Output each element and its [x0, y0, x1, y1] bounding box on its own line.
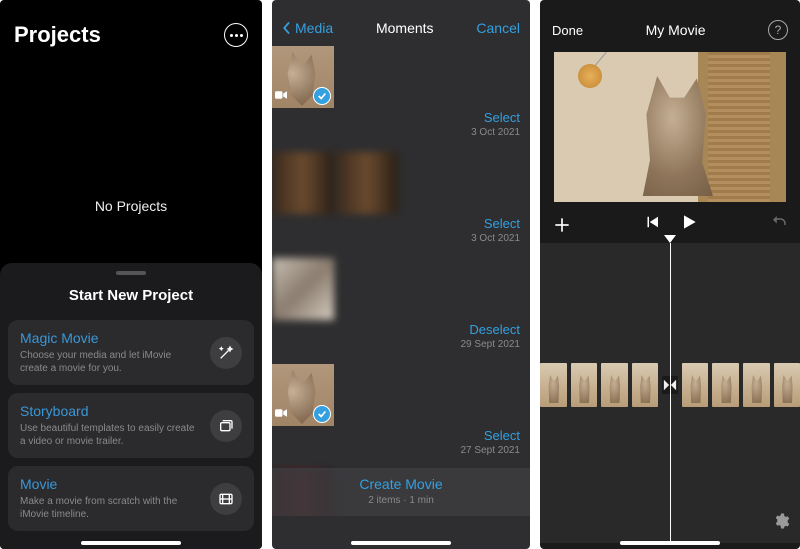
option-desc: Use beautiful templates to easily create… [20, 422, 200, 448]
picker-navbar: Media Moments Cancel [272, 0, 530, 46]
editor-navbar: Done My Movie ? [540, 0, 800, 46]
option-title: Magic Movie [20, 330, 200, 346]
create-movie-label: Create Movie [272, 476, 530, 492]
projects-screen: Projects No Projects Start New Project M… [0, 0, 262, 549]
home-indicator[interactable] [81, 541, 181, 545]
media-thumbnail[interactable] [272, 46, 334, 108]
no-projects-label: No Projects [0, 198, 262, 214]
play-button[interactable] [679, 212, 699, 237]
media-thumbnail[interactable] [272, 258, 334, 320]
projects-header: Projects [0, 0, 262, 58]
moment-date: 29 Sept 2021 [461, 339, 521, 350]
home-indicator[interactable] [351, 541, 451, 545]
new-project-sheet: Start New Project Magic Movie Choose you… [0, 263, 262, 549]
help-button[interactable]: ? [768, 20, 788, 40]
movie-title: My Movie [646, 22, 706, 38]
preview-viewport[interactable] [554, 52, 786, 202]
timeline-clip[interactable] [632, 363, 659, 407]
go-to-start-button[interactable] [643, 213, 661, 236]
picker-title: Moments [376, 20, 434, 36]
timeline-clip[interactable] [571, 363, 598, 407]
moment-date: 3 Oct 2021 [471, 127, 520, 138]
moment-group: Select 3 Oct 2021 [272, 152, 530, 248]
option-movie[interactable]: Movie Make a movie from scratch with the… [8, 466, 254, 531]
back-label: Media [295, 20, 333, 36]
storyboard-icon [210, 410, 242, 442]
timeline-clip[interactable] [774, 363, 800, 407]
media-thumbnail[interactable] [272, 152, 334, 214]
video-icon [275, 405, 287, 423]
moment-date: 27 Sept 2021 [461, 445, 521, 456]
video-icon [275, 87, 287, 105]
settings-button[interactable] [772, 512, 790, 535]
moments-scroll[interactable]: Select 3 Oct 2021 Select 3 Oct 2021 Dese… [272, 46, 530, 516]
timeline-clip[interactable] [601, 363, 628, 407]
moment-group: Select 27 Sept 2021 [272, 364, 530, 460]
option-magic-movie[interactable]: Magic Movie Choose your media and let iM… [8, 320, 254, 385]
select-moment-button[interactable]: Select [484, 428, 520, 443]
timeline-clip[interactable] [712, 363, 739, 407]
selected-check-icon [313, 87, 331, 105]
sheet-title: Start New Project [8, 287, 254, 304]
undo-button[interactable] [770, 213, 788, 236]
select-moment-button[interactable]: Select [484, 110, 520, 125]
timeline-clip[interactable] [540, 363, 567, 407]
timeline-clip[interactable] [743, 363, 770, 407]
media-thumbnail[interactable] [272, 364, 334, 426]
media-picker-screen: Media Moments Cancel Select 3 Oct 2021 [272, 0, 530, 549]
editor-screen: Done My Movie ? [540, 0, 800, 549]
option-storyboard[interactable]: Storyboard Use beautiful templates to ea… [8, 393, 254, 458]
more-button[interactable] [224, 23, 248, 47]
selected-check-icon [313, 405, 331, 423]
sheet-handle[interactable] [116, 271, 146, 275]
back-button[interactable]: Media [282, 20, 333, 36]
done-button[interactable]: Done [552, 23, 583, 38]
projects-title: Projects [14, 22, 101, 48]
media-thumbnail[interactable] [336, 152, 398, 214]
option-desc: Choose your media and let iMovie create … [20, 349, 200, 375]
option-title: Movie [20, 476, 200, 492]
magic-wand-icon [210, 337, 242, 369]
option-desc: Make a movie from scratch with the iMovi… [20, 495, 200, 521]
playhead[interactable] [670, 243, 671, 543]
moment-group: Select 3 Oct 2021 [272, 46, 530, 142]
deselect-moment-button[interactable]: Deselect [469, 322, 520, 337]
timeline-clip[interactable] [682, 363, 709, 407]
moment-group: Deselect 29 Sept 2021 [272, 258, 530, 354]
create-movie-sub: 2 items · 1 min [272, 495, 530, 506]
film-icon [210, 483, 242, 515]
option-title: Storyboard [20, 403, 200, 419]
add-media-button[interactable] [552, 215, 572, 235]
create-movie-bar[interactable]: Create Movie 2 items · 1 min [272, 468, 530, 516]
moment-date: 3 Oct 2021 [471, 233, 520, 244]
select-moment-button[interactable]: Select [484, 216, 520, 231]
cancel-button[interactable]: Cancel [476, 20, 520, 36]
timeline[interactable] [540, 243, 800, 543]
